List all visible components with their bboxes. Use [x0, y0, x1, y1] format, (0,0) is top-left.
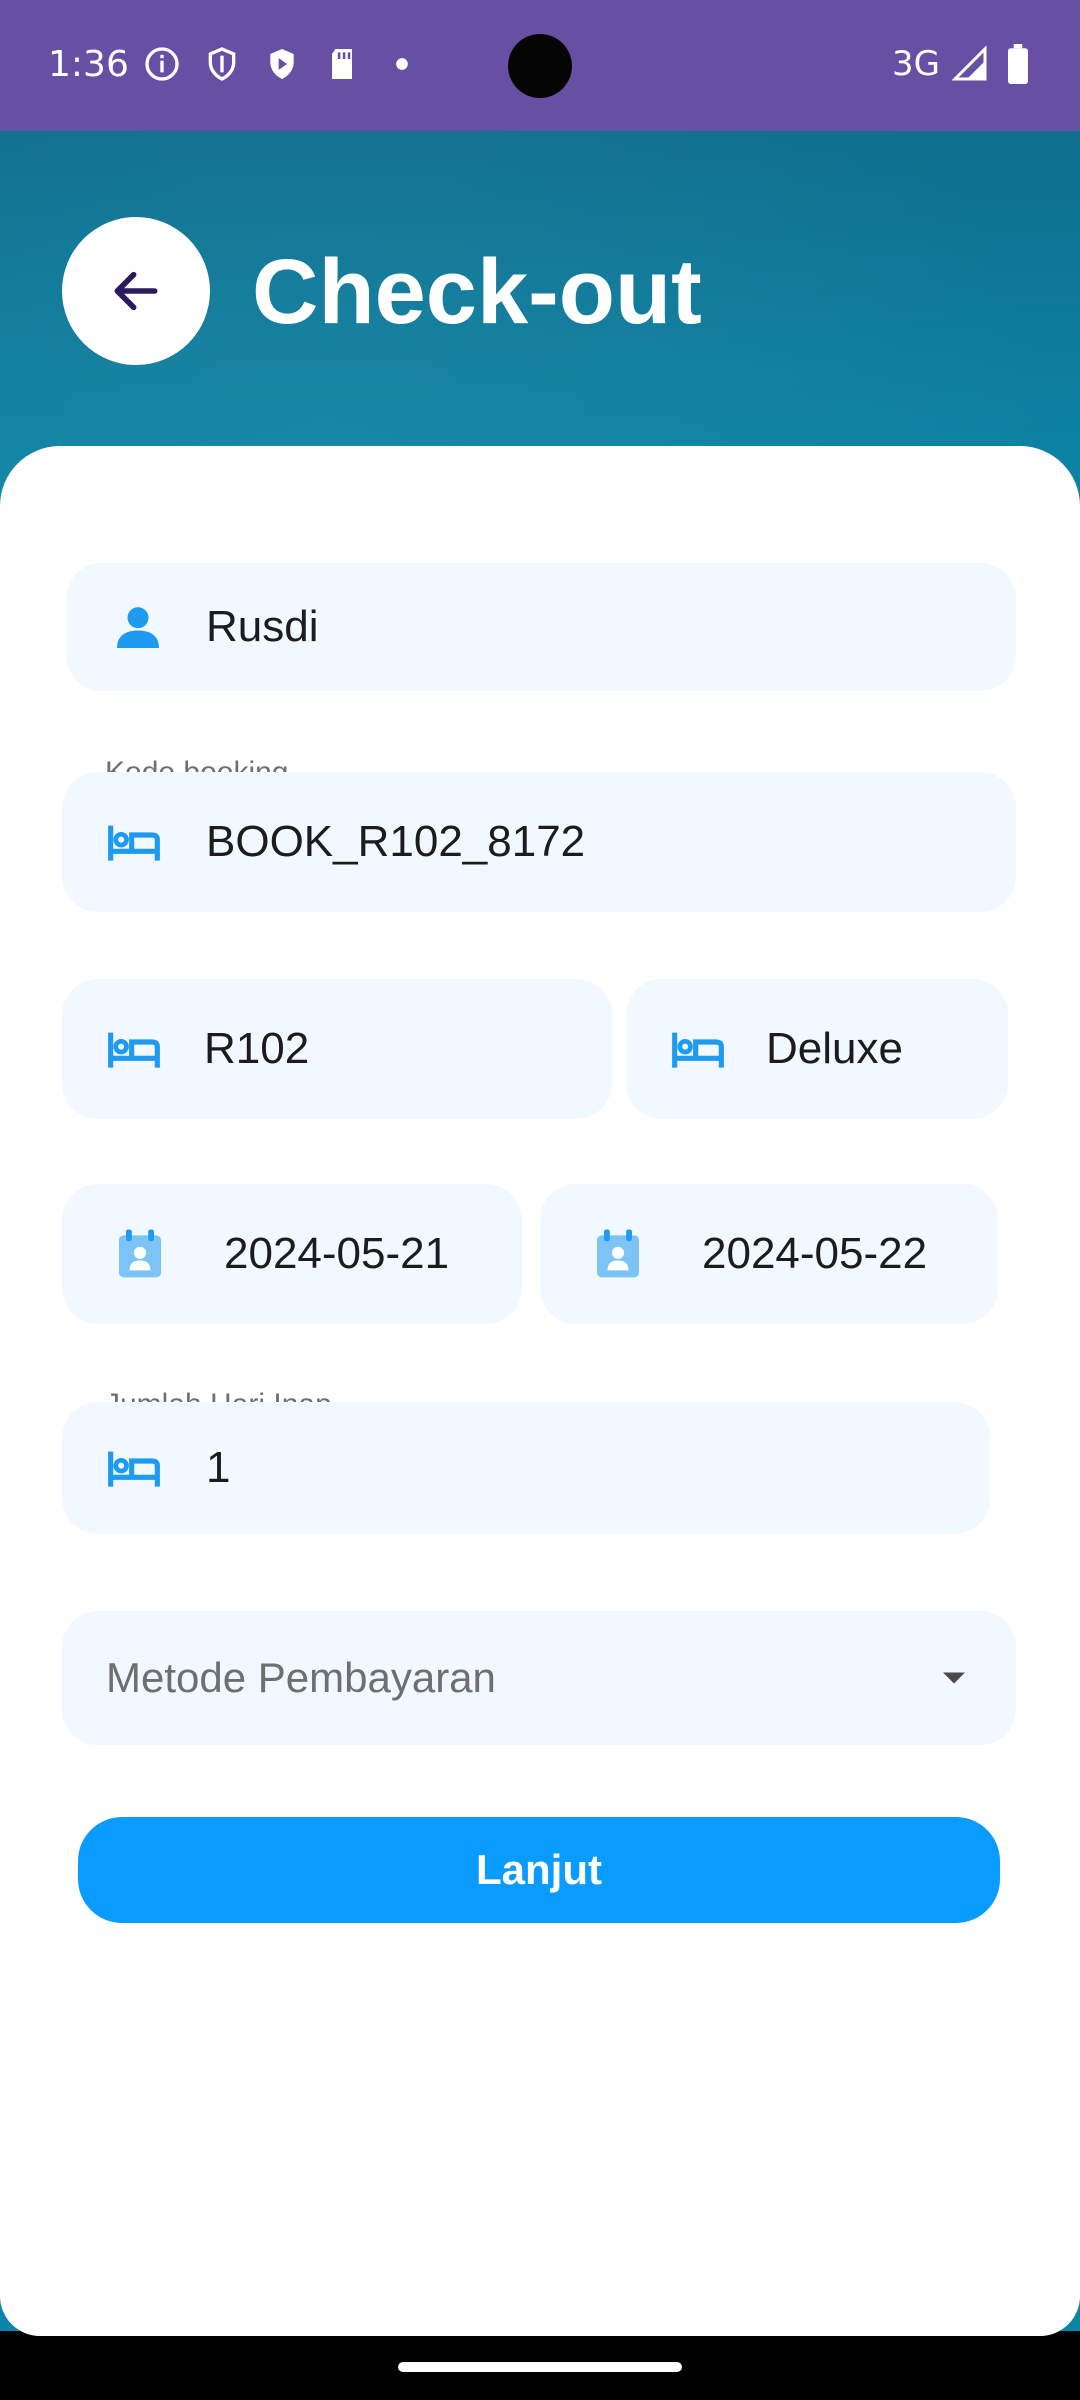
nights-field[interactable]: 1 — [62, 1402, 990, 1534]
bed-icon — [672, 1032, 724, 1068]
bed-icon — [108, 1032, 160, 1068]
arrow-left-icon — [114, 271, 158, 311]
dot-icon — [396, 58, 408, 70]
room-type-field[interactable]: Deluxe — [626, 979, 1008, 1119]
shield-icon — [208, 47, 236, 81]
check-out-date-value: 2024-05-22 — [702, 1229, 928, 1278]
battery-icon — [1008, 44, 1028, 84]
form-card: Rusdi Kode booking BOOK_R102_8172 R102 D… — [0, 446, 1080, 2336]
network-type: 3G — [892, 44, 940, 84]
calendar-person-icon — [597, 1229, 639, 1278]
booking-code-value: BOOK_R102_8172 — [206, 817, 586, 866]
status-bar: 1:36 3G — [0, 0, 1080, 131]
payment-method-placeholder: Metode Pembayaran — [106, 1654, 496, 1701]
guest-name-value: Rusdi — [206, 602, 319, 651]
chevron-down-icon — [943, 1672, 965, 1684]
check-in-date-value: 2024-05-21 — [224, 1229, 450, 1278]
guest-name-field[interactable]: Rusdi — [66, 563, 1016, 691]
booking-code-field[interactable]: BOOK_R102_8172 — [62, 772, 1016, 912]
status-time: 1:36 — [48, 44, 129, 85]
check-out-date-field[interactable]: 2024-05-22 — [540, 1184, 998, 1324]
gesture-navigation-bar[interactable] — [398, 2362, 682, 2372]
play-shield-icon — [270, 49, 294, 79]
payment-method-dropdown[interactable]: Metode Pembayaran — [62, 1611, 1016, 1745]
camera-cutout — [508, 34, 572, 98]
calendar-person-icon — [119, 1229, 161, 1278]
page-title: Check-out — [252, 241, 702, 343]
nights-value: 1 — [206, 1443, 231, 1492]
signal-icon — [952, 45, 987, 81]
person-icon — [117, 607, 159, 648]
bed-icon — [108, 1451, 160, 1487]
check-in-date-field[interactable]: 2024-05-21 — [62, 1184, 522, 1324]
room-number-field[interactable]: R102 — [62, 979, 612, 1119]
bed-icon — [108, 825, 160, 861]
info-icon — [145, 47, 179, 81]
status-system-icons: 3G — [892, 44, 1036, 84]
status-notification-icons — [142, 44, 422, 84]
room-type-value: Deluxe — [766, 1024, 903, 1073]
screen: 1:36 3G Check-out Rusdi Kode booking — [0, 0, 1080, 2400]
room-number-value: R102 — [204, 1024, 310, 1073]
back-button[interactable] — [62, 217, 210, 365]
next-button[interactable]: Lanjut — [78, 1817, 1000, 1923]
sd-card-icon — [332, 49, 352, 79]
